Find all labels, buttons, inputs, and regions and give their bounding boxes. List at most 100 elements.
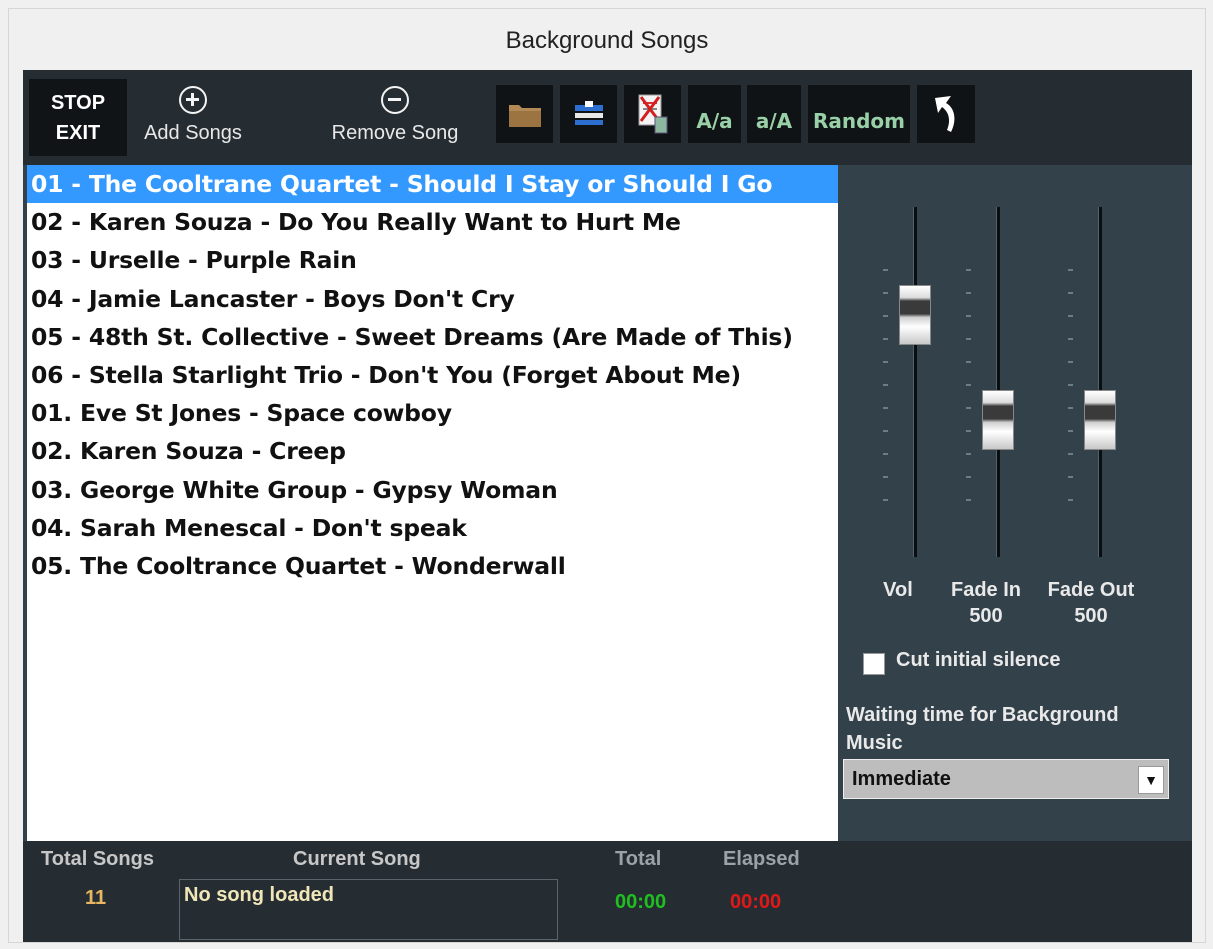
slider-tick <box>883 407 888 409</box>
vol-slider-thumb[interactable] <box>899 285 931 346</box>
status-bar: Total Songs 11 Current Song No song load… <box>23 841 1192 942</box>
lowercase-button[interactable]: a/A <box>747 85 801 143</box>
stop-label: STOP <box>50 91 106 114</box>
elapsed-time-label: Elapsed <box>723 848 800 870</box>
song-list-item[interactable]: 02 - Karen Souza - Do You Really Want to… <box>27 203 838 241</box>
lowercase-label: a/A <box>755 109 793 133</box>
clear-list-button[interactable] <box>624 85 681 143</box>
slider-tick <box>1068 476 1073 478</box>
total-time-value: 00:00 <box>615 891 667 913</box>
slider-tick <box>966 269 971 271</box>
slider-tick <box>966 499 971 501</box>
slider-tick <box>1068 269 1073 271</box>
uppercase-button[interactable]: A/a <box>688 85 741 143</box>
stop-exit-button[interactable]: STOP EXIT <box>29 79 127 156</box>
current-song-value: No song loaded <box>184 884 334 906</box>
slider-tick <box>1068 499 1073 501</box>
slider-tick <box>1068 315 1073 317</box>
total-songs-value: 11 <box>85 887 107 909</box>
fade-out-value: 500 <box>1074 605 1108 627</box>
slider-tick <box>1068 361 1073 363</box>
plus-circle-icon <box>179 86 207 114</box>
slider-tick <box>883 384 888 386</box>
undo-button[interactable] <box>917 85 975 143</box>
slider-tick <box>1068 338 1073 340</box>
fade-in-slider-track[interactable] <box>996 207 1000 557</box>
fade-in-slider-thumb[interactable] <box>982 389 1014 450</box>
open-folder-button[interactable] <box>496 85 553 143</box>
right-pane: Vol Fade In 500 Fade Out 500 Cut initial… <box>838 165 1192 841</box>
minus-circle-icon <box>381 86 409 114</box>
fade-out-title: Fade Out <box>1047 579 1135 601</box>
waiting-time-value: Immediate <box>852 768 951 790</box>
background-songs-window: Background Songs STOP EXIT Add Songs Rem… <box>8 8 1206 943</box>
slider-tick <box>966 384 971 386</box>
add-songs-button[interactable]: Add Songs <box>133 86 253 145</box>
song-list-item[interactable]: 01. Eve St Jones - Space cowboy <box>27 394 838 432</box>
slider-tick <box>1068 292 1073 294</box>
slider-tick <box>1068 430 1073 432</box>
song-list-item[interactable]: 05 - 48th St. Collective - Sweet Dreams … <box>27 318 838 356</box>
slider-tick <box>966 453 971 455</box>
slider-tick <box>966 315 971 317</box>
slider-tick <box>966 338 971 340</box>
toolbar: STOP EXIT Add Songs Remove Song A/a a/A … <box>23 70 1192 165</box>
slider-tick <box>966 407 971 409</box>
folder-icon <box>508 105 541 127</box>
slider-tick <box>883 453 888 455</box>
clear-list-icon <box>638 94 667 134</box>
slider-tick <box>883 476 888 478</box>
slider-tick <box>883 430 888 432</box>
uppercase-label: A/a <box>696 109 733 133</box>
fade-in-value: 500 <box>969 605 1003 627</box>
dropdown-arrow-icon[interactable]: ▼ <box>1138 766 1164 794</box>
remove-song-button[interactable]: Remove Song <box>319 86 471 145</box>
song-list[interactable]: 01 - The Cooltrane Quartet - Should I St… <box>27 165 838 841</box>
random-button[interactable]: Random <box>808 85 910 143</box>
slider-tick <box>966 292 971 294</box>
slider-tick <box>883 361 888 363</box>
slider-tick <box>1068 453 1073 455</box>
fade-out-slider-track[interactable] <box>1098 207 1102 557</box>
playlist-button[interactable] <box>560 85 617 143</box>
slider-tick <box>966 476 971 478</box>
song-list-item[interactable]: 03. George White Group - Gypsy Woman <box>27 471 838 509</box>
cut-silence-checkbox[interactable] <box>863 653 885 675</box>
total-time-label: Total <box>615 848 662 870</box>
song-list-item[interactable]: 01 - The Cooltrane Quartet - Should I St… <box>27 165 838 204</box>
waiting-time-label: Waiting time for Background Music <box>846 704 1119 754</box>
waiting-time-select[interactable]: Immediate ▼ <box>843 759 1169 799</box>
window-title: Background Songs <box>505 27 709 54</box>
song-list-item[interactable]: 06 - Stella Starlight Trio - Don't You (… <box>27 356 838 394</box>
fade-in-title: Fade In <box>950 579 1021 601</box>
slider-tick <box>883 292 888 294</box>
add-songs-label: Add Songs <box>144 122 242 144</box>
undo-icon <box>935 96 955 132</box>
song-list-item[interactable]: 05. The Cooltrance Quartet - Wonderwall <box>27 547 838 585</box>
slider-tick <box>966 361 971 363</box>
fade-in-label: Fade In 500 <box>936 577 1036 629</box>
remove-song-label: Remove Song <box>331 122 459 144</box>
cut-silence-label: Cut initial silence <box>896 649 1061 671</box>
vol-slider-track[interactable] <box>913 207 917 557</box>
fade-out-slider-thumb[interactable] <box>1084 389 1116 450</box>
song-list-item[interactable]: 04. Sarah Menescal - Don't speak <box>27 509 838 547</box>
song-list-item[interactable]: 02. Karen Souza - Creep <box>27 432 838 470</box>
slider-tick <box>883 269 888 271</box>
slider-tick <box>883 315 888 317</box>
fade-out-label: Fade Out 500 <box>1036 577 1146 629</box>
exit-label: EXIT <box>55 121 101 144</box>
song-list-item[interactable]: 04 - Jamie Lancaster - Boys Don't Cry <box>27 280 838 318</box>
slider-tick <box>966 430 971 432</box>
elapsed-time-value: 00:00 <box>730 891 782 913</box>
slider-tick <box>1068 384 1073 386</box>
slider-tick <box>1068 407 1073 409</box>
current-song-box: No song loaded <box>179 879 558 940</box>
slider-tick <box>883 338 888 340</box>
vol-label: Vol <box>883 579 913 601</box>
playlist-icon <box>574 101 603 125</box>
song-list-item[interactable]: 03 - Urselle - Purple Rain <box>27 241 838 279</box>
slider-tick <box>883 499 888 501</box>
current-song-label: Current Song <box>293 848 421 870</box>
random-label: Random <box>812 109 906 133</box>
